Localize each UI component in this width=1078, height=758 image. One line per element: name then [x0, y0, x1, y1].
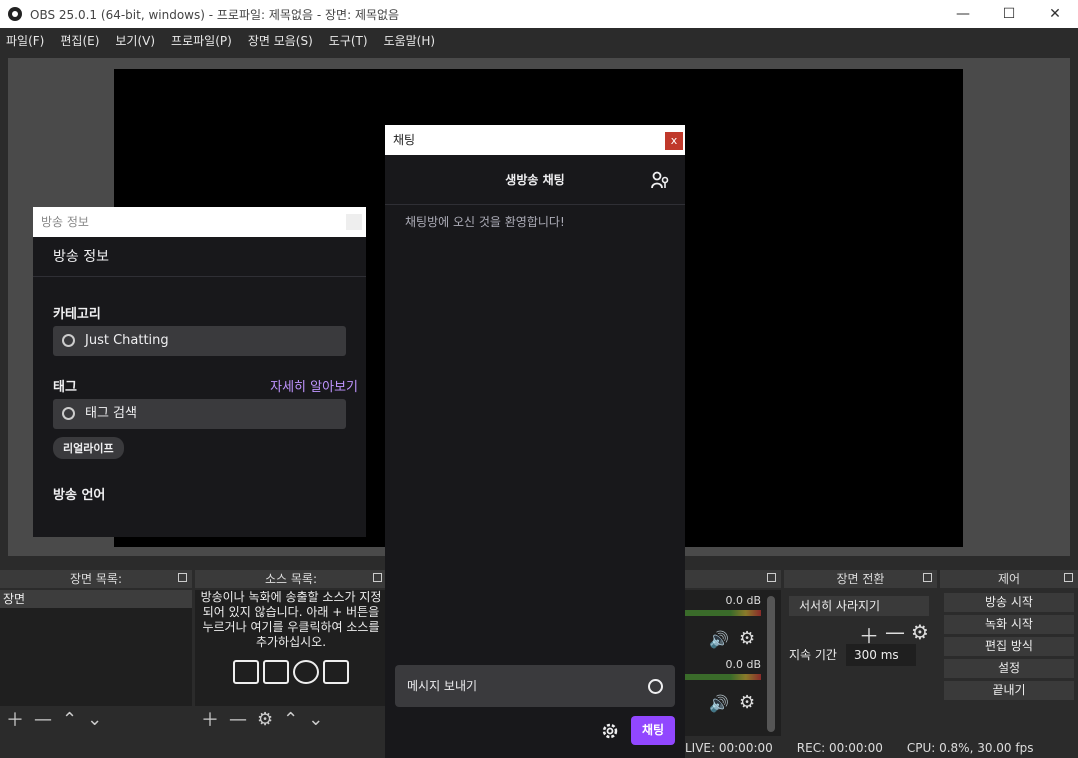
meter-bar-2	[685, 674, 761, 680]
audio-level-1: 0.0 dB	[725, 594, 761, 607]
category-field[interactable]: Just Chatting	[53, 326, 346, 356]
image-icon	[233, 660, 259, 684]
camera-icon	[323, 660, 349, 684]
menu-help[interactable]: 도움말(H)	[384, 32, 436, 49]
controls-title: 제어	[997, 572, 1021, 586]
audio-mixer-dock: 0.0 dB 🔊 ⚙ 0.0 dB 🔊 ⚙	[685, 570, 781, 758]
undock-icon[interactable]	[178, 573, 187, 582]
transition-select[interactable]: 서서히 사라지기	[789, 596, 929, 616]
menu-view[interactable]: 보기(V)	[115, 32, 155, 49]
audio-level-2: 0.0 dB	[725, 658, 761, 671]
menu-profile[interactable]: 프로파일(P)	[171, 32, 232, 49]
close-icon[interactable]: ✕	[1032, 0, 1078, 28]
menu-scene-collection[interactable]: 장면 모음(S)	[248, 32, 313, 49]
search-icon	[62, 407, 75, 420]
scene-list-body[interactable]: 장면	[0, 590, 192, 706]
undock-icon[interactable]	[923, 573, 932, 582]
move-down-icon[interactable]: ⌄	[308, 709, 323, 730]
empty-sources-text: 방송이나 녹화에 송출할 소스가 지정되어 있지 않습니다. 아래 + 버튼을 …	[200, 590, 382, 649]
chat-input-placeholder: 메시지 보내기	[407, 679, 478, 693]
mute-icon[interactable]: 🔊	[709, 630, 729, 649]
tag-search-placeholder: 태그 검색	[85, 406, 137, 421]
gear-icon[interactable]	[600, 721, 620, 741]
info-window-title: 방송 정보	[41, 215, 89, 229]
info-header: 방송 정보	[33, 237, 366, 277]
menu-edit[interactable]: 편집(E)	[60, 32, 99, 49]
globe-icon	[293, 660, 319, 684]
add-icon[interactable]: ＋	[6, 706, 24, 732]
menu-tools[interactable]: 도구(T)	[329, 32, 368, 49]
mute-icon[interactable]: 🔊	[709, 694, 729, 713]
chat-window-title: 채팅	[393, 133, 416, 147]
category-value: Just Chatting	[85, 333, 169, 348]
close-button[interactable]: x	[665, 132, 683, 150]
obs-logo-icon	[8, 7, 22, 21]
remove-icon[interactable]: —	[34, 709, 52, 730]
source-list-dock: 소스 목록: 방송이나 녹화에 송출할 소스가 지정되어 있지 않습니다. 아래…	[195, 570, 387, 758]
window-title: OBS 25.0.1 (64-bit, windows) - 프로파일: 제목없…	[30, 7, 400, 22]
duration-spinbox[interactable]: 300 ms	[846, 644, 916, 666]
search-icon	[62, 334, 75, 347]
meter-bar-1	[685, 610, 761, 616]
gear-icon[interactable]: ⚙	[739, 628, 755, 649]
move-up-icon[interactable]: ⌃	[62, 709, 77, 730]
broadcast-info-panel: 방송 정보 방송 정보 카테고리 Just Chatting 태그 자세히 알아…	[33, 207, 366, 537]
start-recording-button[interactable]: 녹화 시작	[944, 615, 1074, 634]
maximize-icon[interactable]: ☐	[986, 0, 1032, 28]
menu-file[interactable]: 파일(F)	[6, 32, 44, 49]
category-label: 카테고리	[53, 307, 101, 322]
tag-chip[interactable]: 리얼라이프	[53, 437, 124, 459]
emoji-icon[interactable]	[648, 679, 663, 694]
add-icon[interactable]: ＋	[201, 706, 219, 732]
title-bar: OBS 25.0.1 (64-bit, windows) - 프로파일: 제목없…	[0, 0, 1078, 28]
menu-bar: 파일(F) 편집(E) 보기(V) 프로파일(P) 장면 모음(S) 도구(T)…	[0, 28, 1078, 52]
tags-label: 태그	[53, 380, 77, 395]
exit-button[interactable]: 끝내기	[944, 681, 1074, 700]
chat-header-title: 생방송 채팅	[505, 173, 565, 187]
chat-panel: 채팅 x 생방송 채팅 채팅방에 오신 것을 환영합니다! 메시지 보내기 채팅	[385, 125, 685, 758]
audio-mixer-body: 0.0 dB 🔊 ⚙ 0.0 dB 🔊 ⚙	[685, 590, 781, 736]
scene-list-dock: 장면 목록: 장면 ＋ — ⌃ ⌄	[0, 570, 192, 758]
move-up-icon[interactable]: ⌃	[283, 709, 298, 730]
undock-icon[interactable]	[373, 573, 382, 582]
remove-icon[interactable]: —	[229, 709, 247, 730]
rec-timer: REC: 00:00:00	[796, 741, 883, 755]
scene-list-title: 장면 목록:	[69, 572, 123, 586]
source-toolbar: ＋ — ⚙ ⌃ ⌄	[195, 706, 387, 732]
duration-label: 지속 기간	[789, 648, 837, 662]
transitions-dock: 장면 전환 서서히 사라지기 ＋ — ⚙ 지속 기간 300 ms	[784, 570, 937, 758]
list-item[interactable]: 장면	[0, 590, 192, 608]
chat-send-button[interactable]: 채팅	[631, 716, 675, 745]
window-controls: — ☐ ✕	[940, 0, 1078, 28]
scene-toolbar: ＋ — ⌃ ⌄	[0, 706, 192, 732]
live-timer: LIVE: 00:00:00	[685, 741, 773, 755]
language-label: 방송 언어	[53, 488, 106, 503]
tag-search-input[interactable]: 태그 검색	[53, 399, 346, 429]
chat-welcome-message: 채팅방에 오신 것을 환영합니다!	[405, 215, 565, 229]
mixer-scrollbar[interactable]	[767, 596, 775, 732]
studio-mode-button[interactable]: 편집 방식	[944, 637, 1074, 656]
move-down-icon[interactable]: ⌄	[87, 709, 102, 730]
settings-button[interactable]: 설정	[944, 659, 1074, 678]
users-icon[interactable]	[651, 171, 669, 189]
status-bar: LIVE: 00:00:00 REC: 00:00:00 CPU: 0.8%, …	[685, 738, 1078, 758]
display-icon	[263, 660, 289, 684]
minimize-icon[interactable]: —	[940, 0, 986, 28]
source-list-body[interactable]: 방송이나 녹화에 송출할 소스가 지정되어 있지 않습니다. 아래 + 버튼을 …	[195, 590, 387, 706]
source-list-title: 소스 목록:	[264, 572, 318, 586]
close-icon[interactable]	[346, 214, 362, 230]
undock-icon[interactable]	[1064, 573, 1073, 582]
controls-dock: 제어 방송 시작 녹화 시작 편집 방식 설정 끝내기	[940, 570, 1078, 758]
gear-icon[interactable]: ⚙	[257, 709, 273, 730]
gear-icon[interactable]: ⚙	[739, 692, 755, 713]
cpu-status: CPU: 0.8%, 30.00 fps	[906, 741, 1034, 755]
learn-more-link[interactable]: 자세히 알아보기	[270, 376, 358, 395]
transitions-title: 장면 전환	[836, 572, 885, 586]
chat-input[interactable]: 메시지 보내기	[395, 665, 675, 707]
undock-icon[interactable]	[767, 573, 776, 582]
start-streaming-button[interactable]: 방송 시작	[944, 593, 1074, 612]
